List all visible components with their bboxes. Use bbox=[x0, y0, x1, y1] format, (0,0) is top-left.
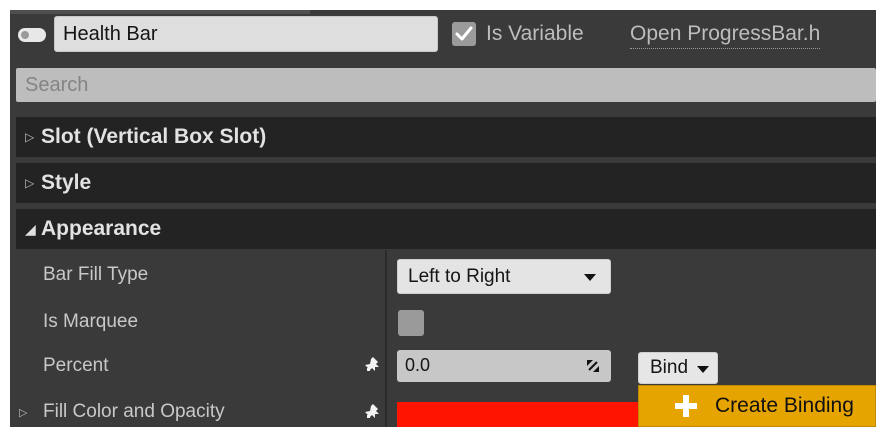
bar-fill-type-label: Bar Fill Type bbox=[43, 264, 149, 285]
bind-button-label: Bind bbox=[650, 357, 689, 378]
category-style[interactable]: ▷ Style bbox=[16, 163, 876, 203]
is-variable-label: Is Variable bbox=[486, 22, 584, 45]
widget-toggle-icon[interactable] bbox=[18, 28, 46, 42]
create-binding-menu-item[interactable]: Create Binding bbox=[638, 385, 876, 427]
fill-color-swatch[interactable] bbox=[397, 402, 647, 427]
dropdown-caret-icon bbox=[584, 274, 596, 281]
fill-color-label-text: Fill Color and Opacity bbox=[43, 401, 225, 422]
checkmark-icon bbox=[455, 26, 473, 41]
bind-button[interactable]: Bind bbox=[638, 352, 718, 384]
expand-arrow-icon: ▷ bbox=[19, 407, 28, 419]
is-variable-checkbox[interactable] bbox=[452, 22, 476, 46]
column-splitter[interactable] bbox=[385, 250, 387, 427]
bar-fill-type-value: Left to Right bbox=[408, 266, 511, 287]
category-label: Style bbox=[41, 171, 92, 194]
expand-arrow-icon: ▷ bbox=[25, 130, 35, 145]
expand-arrow-icon: ▷ bbox=[25, 176, 35, 191]
is-marquee-checkbox[interactable] bbox=[398, 310, 424, 336]
fill-color-label[interactable]: ▷ Fill Color and Opacity bbox=[19, 401, 225, 423]
category-label: Appearance bbox=[41, 217, 162, 240]
widget-name-field[interactable]: Health Bar bbox=[54, 16, 438, 52]
details-panel: Health Bar Is Variable Open ProgressBar.… bbox=[10, 10, 876, 427]
percent-input[interactable]: 0.0 bbox=[397, 350, 611, 382]
percent-label: Percent bbox=[43, 355, 109, 376]
binding-pin-icon[interactable] bbox=[364, 356, 382, 374]
category-label: Slot (Vertical Box Slot) bbox=[41, 125, 267, 148]
category-slot[interactable]: ▷ Slot (Vertical Box Slot) bbox=[16, 117, 876, 157]
category-appearance[interactable]: ◢ Appearance bbox=[16, 209, 876, 249]
resize-icon[interactable] bbox=[584, 357, 602, 375]
plus-icon bbox=[675, 395, 697, 417]
dropdown-caret-icon bbox=[697, 366, 709, 373]
open-source-link[interactable]: Open ProgressBar.h bbox=[630, 20, 821, 49]
binding-pin-icon[interactable] bbox=[364, 403, 382, 421]
create-binding-label: Create Binding bbox=[715, 394, 854, 417]
panel-tab-strip bbox=[10, 10, 310, 14]
search-input[interactable] bbox=[16, 68, 876, 102]
collapse-arrow-icon: ◢ bbox=[25, 221, 36, 238]
is-marquee-label: Is Marquee bbox=[43, 311, 139, 332]
bar-fill-type-select[interactable]: Left to Right bbox=[397, 259, 611, 294]
